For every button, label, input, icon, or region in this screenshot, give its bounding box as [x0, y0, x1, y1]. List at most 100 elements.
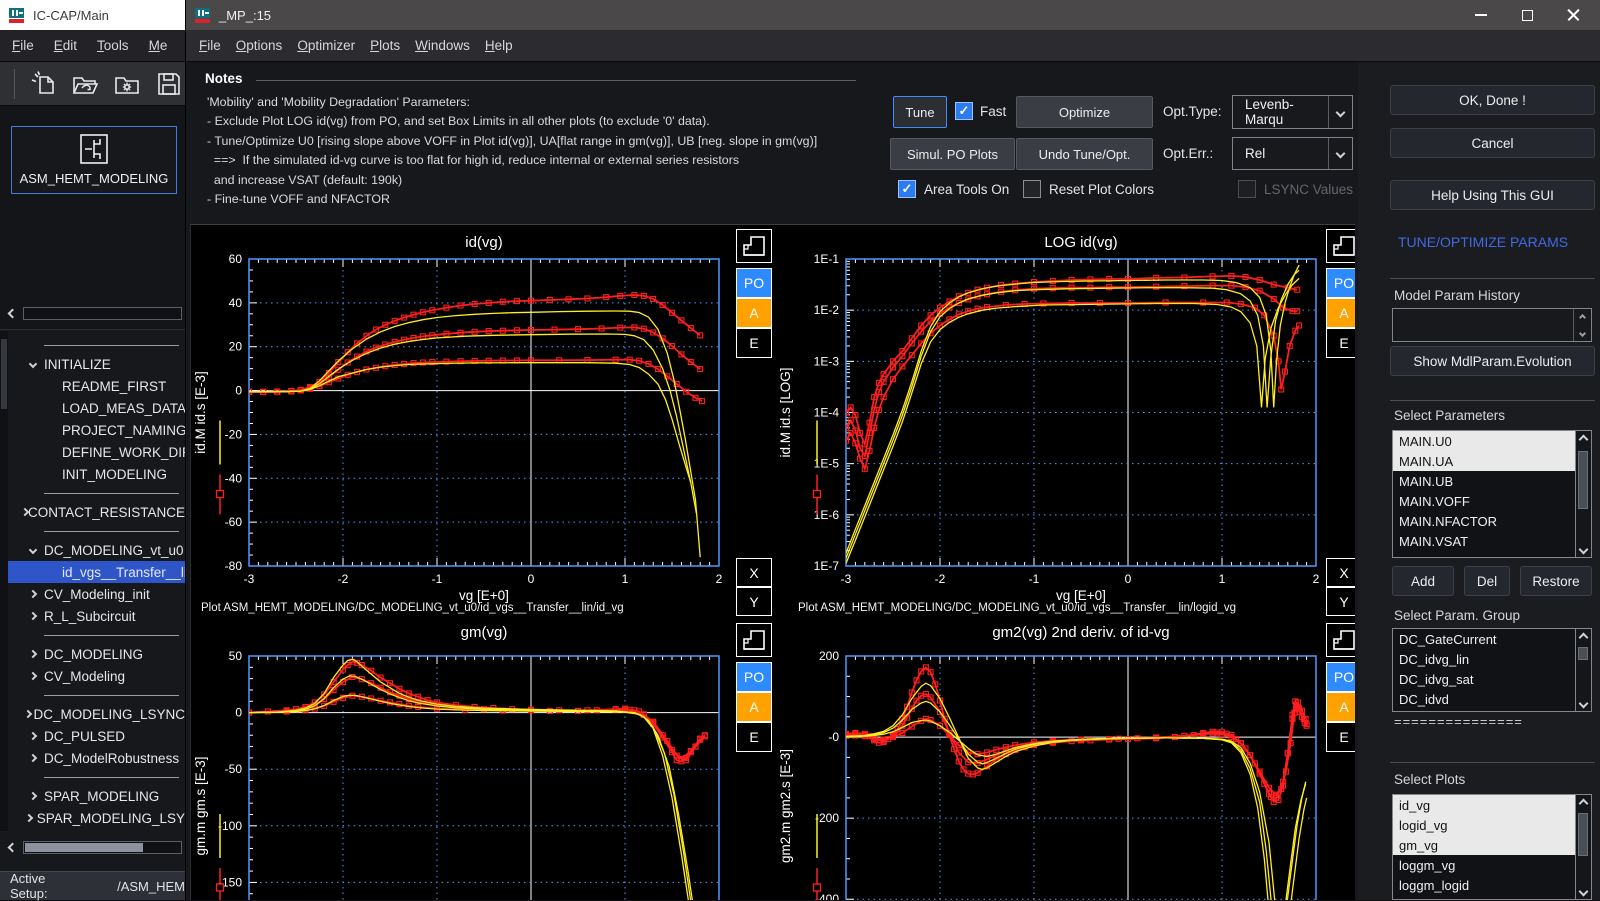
tree-item-project_naming[interactable]: PROJECT_NAMING — [0, 419, 185, 441]
menu-item-me[interactable]: Me — [149, 38, 168, 53]
chevron-down-icon[interactable] — [22, 361, 44, 367]
tree-item-contact_resistance[interactable]: CONTACT_RESISTANCE — [0, 501, 185, 523]
list-item-dc_idvg_lin[interactable]: DC_idvg_lin — [1393, 649, 1575, 669]
po-button[interactable]: PO — [1326, 662, 1355, 692]
list-item-loggm_logid[interactable]: loggm_logid — [1393, 875, 1575, 895]
scroll-left-icon[interactable] — [4, 305, 20, 321]
chevron-right-icon[interactable] — [22, 673, 44, 679]
e-button[interactable]: E — [1326, 722, 1355, 752]
plot-zoom-icon[interactable] — [1326, 623, 1355, 657]
simul-po-plots-button[interactable]: Simul. PO Plots — [890, 138, 1015, 170]
list-item-main.nfactor[interactable]: MAIN.NFACTOR — [1393, 511, 1575, 531]
horizontal-scrollbar[interactable] — [23, 307, 182, 320]
tree-item-readme_first[interactable]: README_FIRST — [0, 375, 185, 397]
po-button[interactable]: PO — [736, 662, 772, 692]
vertical-scrollbar[interactable] — [1575, 629, 1591, 711]
parameters-listbox[interactable]: MAIN.U0MAIN.UAMAIN.UBMAIN.VOFFMAIN.NFACT… — [1392, 430, 1592, 558]
chevron-right-icon[interactable] — [22, 755, 44, 761]
a-button[interactable]: A — [1326, 298, 1355, 328]
x-axis-button[interactable]: X — [1326, 558, 1355, 587]
tree-item-init_modeling[interactable]: INIT_MODELING — [0, 463, 185, 485]
plot-zoom-icon[interactable] — [1326, 229, 1355, 263]
list-item-id_vg[interactable]: id_vg — [1393, 795, 1575, 815]
reset-plot-colors-checkbox[interactable] — [1023, 180, 1041, 198]
menu-item-edit[interactable]: Edit — [54, 38, 77, 53]
undo-tune-opt-button[interactable]: Undo Tune/Opt. — [1016, 138, 1153, 170]
chart-gm2-vg-2nd-deriv-of-id-vg[interactable]: -3-2-1012200-0-200-400gm2(vg) 2nd deriv.… — [776, 621, 1355, 900]
area-tools-checkbox[interactable] — [898, 180, 916, 198]
list-item-main.ub[interactable]: MAIN.UB — [1393, 471, 1575, 491]
list-item-dc_idvd[interactable]: DC_idvd — [1393, 689, 1575, 709]
chevron-right-icon[interactable] — [22, 509, 28, 515]
a-button[interactable]: A — [1326, 692, 1355, 722]
chevron-down-icon[interactable] — [22, 547, 44, 553]
chart-log-id-vg-[interactable]: -3-2-10121E-11E-21E-31E-41E-51E-61E-7LOG… — [776, 225, 1355, 621]
plots-listbox[interactable]: id_vglogid_vggm_vgloggm_vgloggm_logid — [1392, 794, 1592, 900]
tune-button[interactable]: Tune — [893, 96, 947, 128]
chevron-right-icon[interactable] — [22, 793, 44, 799]
tree-item-dc_pulsed[interactable]: DC_PULSED — [0, 725, 185, 747]
list-item-dc_gatecurrent[interactable]: DC_GateCurrent — [1393, 629, 1575, 649]
tree-item-dc_modeling_vt_u0[interactable]: DC_MODELING_vt_u0 — [0, 539, 185, 561]
chevron-right-icon[interactable] — [22, 711, 33, 717]
maximize-icon[interactable] — [1504, 0, 1550, 30]
tree-item-dc_modelrobustness[interactable]: DC_ModelRobustness — [0, 747, 185, 769]
restore-button[interactable]: Restore — [1520, 566, 1592, 596]
list-item-main.ua[interactable]: MAIN.UA — [1393, 451, 1575, 471]
tree-item-initialize[interactable]: INITIALIZE — [0, 353, 185, 375]
toolbar-grip[interactable] — [14, 69, 15, 99]
e-button[interactable]: E — [736, 328, 772, 358]
tree-item-r_l_subcircuit[interactable]: R_L_Subcircuit — [0, 605, 185, 627]
scroll-left-icon[interactable] — [4, 839, 20, 855]
chevron-right-icon[interactable] — [22, 591, 44, 597]
po-button[interactable]: PO — [1326, 268, 1355, 298]
save-icon[interactable] — [154, 68, 185, 100]
spinner[interactable] — [1573, 309, 1591, 341]
model-item-asm-hemt[interactable]: ASM_HEMT_MODELING — [11, 126, 177, 194]
close-icon[interactable] — [1550, 0, 1596, 30]
opt-type-dropdown[interactable]: Levenb-Marqu — [1232, 95, 1353, 129]
menu-item-optimizer[interactable]: Optimizer — [297, 38, 355, 53]
menu-item-plots[interactable]: Plots — [370, 38, 400, 53]
fast-checkbox[interactable] — [955, 102, 973, 120]
titlebar[interactable]: IC-CAP/Main — [0, 0, 185, 30]
list-item-main.vsat[interactable]: MAIN.VSAT — [1393, 531, 1575, 551]
menu-item-file[interactable]: File — [199, 38, 221, 53]
tree-item-dc_modeling[interactable]: DC_MODELING — [0, 643, 185, 665]
tree-item-define_work_dir[interactable]: DEFINE_WORK_DIR — [0, 441, 185, 463]
list-item-dc_idvg_sat[interactable]: DC_idvg_sat — [1393, 669, 1575, 689]
y-axis-button[interactable]: Y — [1326, 587, 1355, 616]
a-button[interactable]: A — [736, 692, 772, 722]
tree-item-cv_modeling[interactable]: CV_Modeling — [0, 665, 185, 687]
chart-gm-vg-[interactable]: -3-2-1012500-50-100-150gm(vg)vg [E+0]gm.… — [191, 621, 776, 900]
del-button[interactable]: Del — [1464, 566, 1510, 596]
horizontal-scrollbar[interactable] — [23, 841, 182, 854]
list-item-loggm_vg[interactable]: loggm_vg — [1393, 855, 1575, 875]
new-file-icon[interactable] — [28, 68, 59, 100]
optimize-button[interactable]: Optimize — [1016, 96, 1153, 128]
tree-item-spar_modeling[interactable]: SPAR_MODELING — [0, 785, 185, 807]
y-axis-button[interactable]: Y — [736, 587, 772, 616]
ok-done-button[interactable]: OK, Done ! — [1390, 85, 1595, 115]
menu-item-options[interactable]: Options — [236, 38, 283, 53]
po-button[interactable]: PO — [736, 268, 772, 298]
menu-item-file[interactable]: File — [12, 38, 34, 53]
list-item-main.u0[interactable]: MAIN.U0 — [1393, 431, 1575, 451]
vertical-scrollbar[interactable] — [1575, 795, 1591, 899]
param-history-combo[interactable] — [1392, 308, 1592, 342]
a-button[interactable]: A — [736, 298, 772, 328]
e-button[interactable]: E — [1326, 328, 1355, 358]
list-item-logid_vg[interactable]: logid_vg — [1393, 815, 1575, 835]
list-item-main.voff[interactable]: MAIN.VOFF — [1393, 491, 1575, 511]
param-group-listbox[interactable]: DC_GateCurrentDC_idvg_linDC_idvg_satDC_i… — [1392, 628, 1592, 712]
list-item-gm_vg[interactable]: gm_vg — [1393, 835, 1575, 855]
menu-item-tools[interactable]: Tools — [97, 38, 129, 53]
plot-zoom-icon[interactable] — [736, 623, 772, 657]
tree-item-dc_modeling_lsync[interactable]: DC_MODELING_LSYNC — [0, 703, 185, 725]
tree-item-cv_modeling_init[interactable]: CV_Modeling_init — [0, 583, 185, 605]
open-folder-icon[interactable] — [70, 68, 101, 100]
tree-vertical-scrollbar[interactable] — [0, 331, 8, 831]
add-button[interactable]: Add — [1392, 566, 1454, 596]
chart-id-vg-[interactable]: -3-2-10126040200-20-40-60-80id(vg)vg [E+… — [191, 225, 776, 621]
chevron-right-icon[interactable] — [22, 651, 44, 657]
